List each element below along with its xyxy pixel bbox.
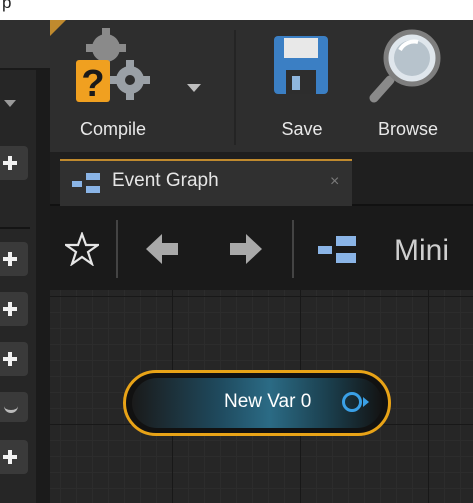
- magnifier-icon: [369, 29, 441, 103]
- plus-icon: [3, 252, 17, 266]
- window-title-strip: p: [0, 0, 473, 20]
- save-icon: [274, 36, 328, 94]
- toolbar-divider: [234, 30, 236, 145]
- divider: [116, 220, 118, 278]
- divider: [292, 220, 294, 278]
- add-item-button[interactable]: [0, 292, 28, 326]
- variable-node[interactable]: New Var 0: [123, 370, 391, 436]
- add-item-button[interactable]: [0, 146, 28, 180]
- browse-button[interactable]: Browse: [362, 20, 454, 152]
- variable-node-body: New Var 0: [132, 378, 382, 428]
- output-pin-icon[interactable]: [342, 392, 362, 412]
- function-item[interactable]: [0, 392, 28, 422]
- plus-icon: [3, 352, 17, 366]
- left-panel-header: [0, 20, 50, 70]
- compile-options-dropdown-icon[interactable]: [187, 84, 201, 92]
- compile-icon: ?: [76, 28, 150, 105]
- pin-arrow-icon: [363, 397, 369, 407]
- tab-label: Event Graph: [112, 170, 219, 191]
- graph-icon: [72, 173, 100, 193]
- star-icon[interactable]: [65, 232, 99, 266]
- graph-canvas[interactable]: New Var 0: [50, 290, 473, 503]
- window-title: p: [2, 0, 12, 12]
- browse-label: Browse: [377, 119, 439, 139]
- compile-button[interactable]: ? Compile: [58, 20, 168, 152]
- curve-icon: [4, 400, 18, 413]
- plus-icon: [3, 156, 17, 170]
- graph-icon: [318, 236, 356, 263]
- variable-node-label: New Var 0: [224, 391, 312, 412]
- plus-icon: [3, 302, 17, 316]
- save-button[interactable]: Save: [262, 20, 342, 152]
- plus-icon: [3, 450, 17, 464]
- left-panel: [0, 20, 50, 503]
- graph-toolbar: Mini: [50, 206, 473, 290]
- compile-label: Compile: [79, 119, 147, 139]
- forward-arrow-icon[interactable]: [226, 230, 264, 268]
- add-item-button[interactable]: [0, 440, 28, 474]
- left-panel-edge: [36, 20, 50, 503]
- main-toolbar: ? Compile Save Browse: [50, 20, 473, 152]
- divider: [0, 227, 30, 229]
- svg-text:?: ?: [81, 63, 104, 105]
- close-icon[interactable]: ×: [330, 173, 339, 191]
- collapse-arrow-icon[interactable]: [4, 100, 16, 107]
- document-tab-bar: Event Graph ×: [50, 152, 473, 206]
- add-item-button[interactable]: [0, 242, 28, 276]
- add-item-button[interactable]: [0, 342, 28, 376]
- minimap-breadcrumb[interactable]: Mini: [394, 234, 449, 268]
- tab-event-graph[interactable]: Event Graph ×: [60, 159, 352, 206]
- back-arrow-icon[interactable]: [144, 230, 182, 268]
- save-label: Save: [281, 119, 323, 139]
